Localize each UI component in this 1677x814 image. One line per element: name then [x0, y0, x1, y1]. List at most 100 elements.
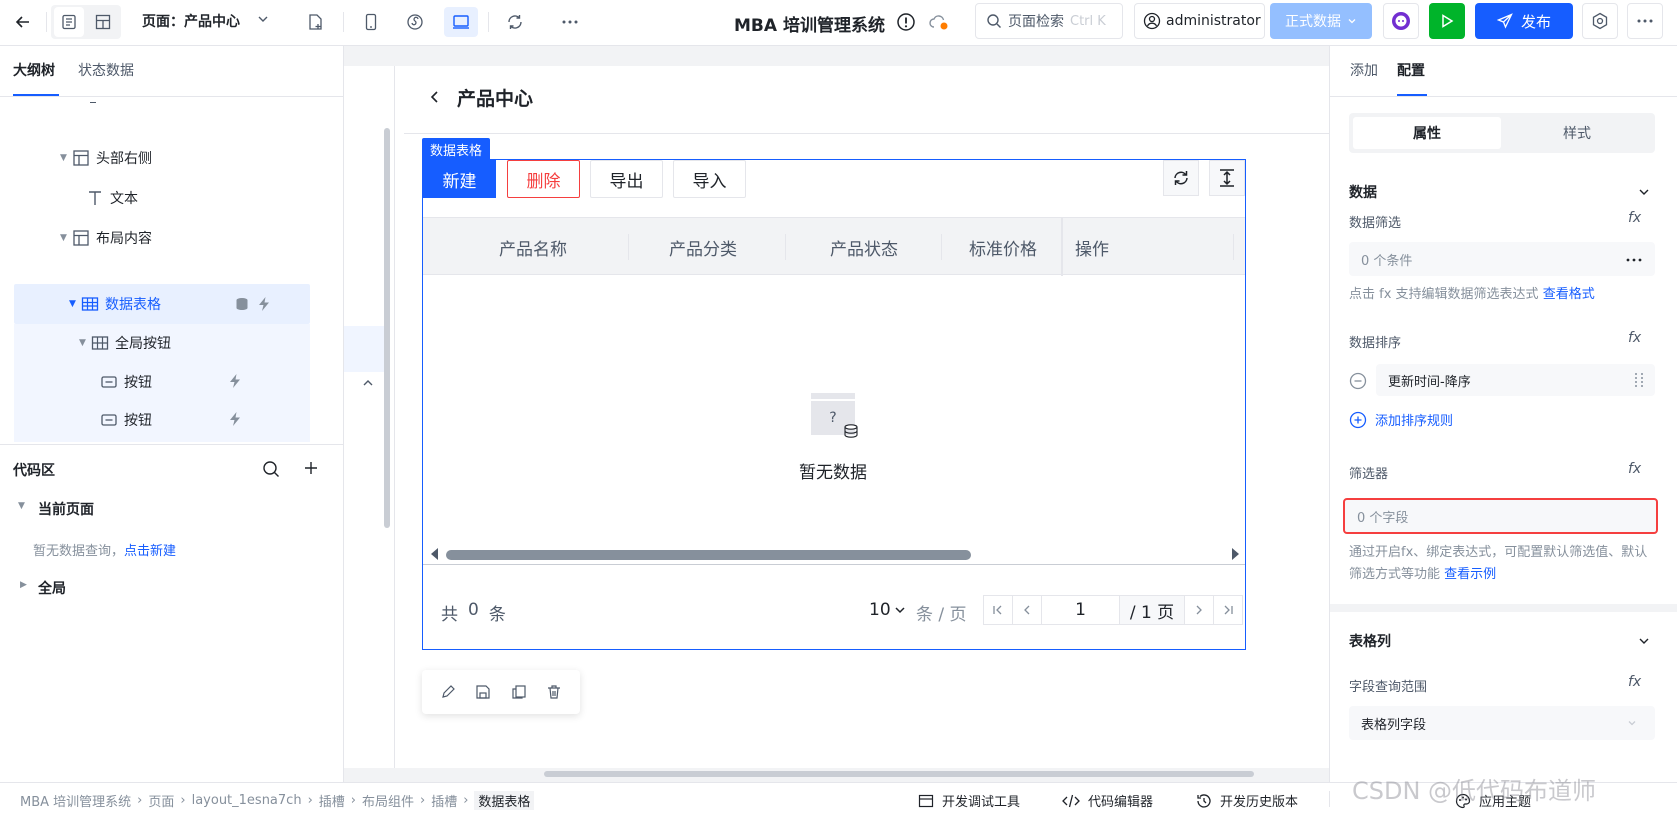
- breadcrumb-item[interactable]: layout_1esna7ch: [192, 793, 302, 808]
- remove-sort-icon[interactable]: [1349, 372, 1367, 390]
- mobile-preview-icon[interactable]: [356, 7, 386, 37]
- mini-program-icon[interactable]: [400, 7, 430, 37]
- back-arrow-icon[interactable]: [428, 89, 442, 105]
- segment-styles[interactable]: 样式: [1503, 117, 1651, 149]
- column-header[interactable]: 产品名称: [423, 218, 643, 276]
- current-page-group[interactable]: 当前页面: [38, 499, 94, 519]
- user-menu[interactable]: administrator: [1134, 3, 1265, 39]
- import-button[interactable]: 导入: [673, 160, 746, 198]
- tab-config[interactable]: 配置: [1397, 60, 1425, 80]
- scroll-right-icon[interactable]: [1231, 548, 1239, 560]
- prev-page-button[interactable]: [1012, 595, 1042, 625]
- breadcrumb-current[interactable]: 数据表格: [474, 791, 535, 810]
- search-icon[interactable]: [262, 460, 280, 478]
- cloud-sync-icon[interactable]: [928, 13, 950, 31]
- chevron-down-icon[interactable]: [1638, 635, 1650, 647]
- first-page-button[interactable]: [983, 595, 1013, 625]
- data-section-title[interactable]: 数据: [1349, 182, 1377, 202]
- tree-item-header-right[interactable]: ▼ 头部右侧: [14, 139, 314, 177]
- tab-add[interactable]: 添加: [1350, 60, 1378, 80]
- breadcrumb-item[interactable]: 布局组件: [362, 791, 414, 810]
- data-table-component[interactable]: 新建 删除 导出 导入 产品名称 产品分类 产品状态 标准价格 操作 ? 暂无数…: [422, 159, 1246, 650]
- page-search[interactable]: 页面检索 Ctrl K: [975, 3, 1123, 39]
- data-filter-input[interactable]: 0 个条件: [1349, 242, 1655, 276]
- view-format-link[interactable]: 查看格式: [1543, 287, 1595, 302]
- view-example-link[interactable]: 查看示例: [1444, 567, 1496, 582]
- page-size-select[interactable]: 10: [869, 600, 906, 620]
- event-bolt-icon[interactable]: [227, 411, 243, 427]
- caret-down-icon[interactable]: ▼: [18, 501, 25, 511]
- dev-tools-button[interactable]: 开发调试工具: [918, 791, 1020, 810]
- breadcrumb-item[interactable]: 插槽: [431, 791, 457, 810]
- breadcrumb-item[interactable]: 页面: [148, 791, 174, 810]
- page-selector[interactable]: 页面：产品中心: [142, 11, 240, 31]
- edit-icon[interactable]: [440, 684, 456, 700]
- settings-button[interactable]: [1582, 3, 1618, 39]
- more-icon[interactable]: [1626, 258, 1642, 262]
- environment-select[interactable]: 正式数据: [1270, 3, 1372, 39]
- back-icon[interactable]: [8, 7, 38, 37]
- filterer-input[interactable]: 0 个字段: [1343, 498, 1658, 534]
- column-header[interactable]: 产品状态: [785, 218, 943, 276]
- new-button[interactable]: 新建: [423, 160, 496, 198]
- publish-button[interactable]: 发布: [1475, 3, 1573, 39]
- database-icon[interactable]: [234, 296, 250, 312]
- export-button[interactable]: 导出: [590, 160, 663, 198]
- last-page-button[interactable]: [1213, 595, 1243, 625]
- layout-view-icon[interactable]: [88, 7, 118, 37]
- event-bolt-icon[interactable]: [227, 373, 243, 389]
- column-header[interactable]: 标准价格: [941, 218, 1065, 276]
- create-query-link[interactable]: 点击新建: [124, 544, 176, 559]
- scroll-left-icon[interactable]: [431, 548, 439, 560]
- field-scope-select[interactable]: 表格列字段: [1349, 706, 1655, 740]
- more-icon[interactable]: [555, 7, 585, 37]
- global-group[interactable]: 全局: [38, 578, 66, 598]
- table-columns-section-title[interactable]: 表格列: [1349, 631, 1391, 651]
- chevron-down-icon[interactable]: [1638, 186, 1650, 198]
- save-icon[interactable]: [475, 684, 491, 700]
- column-header[interactable]: 操作: [1063, 218, 1123, 276]
- tab-state-data[interactable]: 状态数据: [78, 60, 134, 80]
- fx-icon[interactable]: fx: [1628, 210, 1641, 226]
- sort-rule[interactable]: 更新时间-降序: [1376, 364, 1655, 396]
- column-header[interactable]: 产品分类: [628, 218, 778, 276]
- scrollbar-horizontal-thumb[interactable]: [446, 550, 971, 560]
- canvas-scrollbar-horizontal[interactable]: [544, 771, 1254, 777]
- tree-item-button[interactable]: 按钮: [14, 363, 314, 401]
- copy-icon[interactable]: [511, 684, 527, 700]
- run-preview-button[interactable]: [1429, 3, 1465, 39]
- caret-right-icon[interactable]: ▶: [20, 580, 27, 590]
- scrollbar-vertical[interactable]: [384, 128, 390, 528]
- segment-properties[interactable]: 属性: [1353, 117, 1501, 149]
- add-icon[interactable]: [303, 460, 319, 476]
- history-button[interactable]: 开发历史版本: [1196, 791, 1298, 810]
- tree-item-text[interactable]: 文本: [14, 179, 314, 217]
- tree-item-global-buttons[interactable]: ▼ 全局按钮: [14, 324, 314, 362]
- next-page-button[interactable]: [1184, 595, 1214, 625]
- chevron-up-icon[interactable]: [362, 378, 374, 388]
- fx-icon[interactable]: fx: [1628, 461, 1641, 477]
- add-sort-rule-button[interactable]: 添加排序规则: [1349, 410, 1453, 429]
- breadcrumb-item[interactable]: MBA 培训管理系统: [20, 791, 131, 810]
- refresh-icon[interactable]: [500, 7, 530, 37]
- event-bolt-icon[interactable]: [256, 296, 272, 312]
- more-menu-button[interactable]: [1627, 3, 1663, 39]
- tree-item-layout-content[interactable]: ▼ 布局内容: [14, 219, 314, 257]
- ai-assistant-button[interactable]: [1383, 3, 1419, 39]
- tree-item-button[interactable]: 按钮: [14, 401, 314, 439]
- info-icon[interactable]: [896, 12, 916, 32]
- drag-handle-icon[interactable]: [1634, 372, 1644, 388]
- current-page-input[interactable]: 1: [1041, 595, 1120, 625]
- delete-icon[interactable]: [546, 684, 562, 700]
- breadcrumb-item[interactable]: 插槽: [319, 791, 345, 810]
- tab-outline-tree[interactable]: 大纲树: [13, 60, 55, 80]
- new-page-icon[interactable]: [300, 7, 330, 37]
- fx-icon[interactable]: fx: [1628, 330, 1641, 346]
- outline-view-icon[interactable]: [54, 7, 84, 37]
- row-density-button[interactable]: [1209, 160, 1245, 196]
- delete-button[interactable]: 删除: [507, 160, 580, 198]
- chevron-down-icon[interactable]: [257, 13, 269, 25]
- fx-icon[interactable]: fx: [1628, 674, 1641, 690]
- desktop-preview-icon[interactable]: [444, 7, 478, 37]
- table-refresh-button[interactable]: [1163, 160, 1199, 196]
